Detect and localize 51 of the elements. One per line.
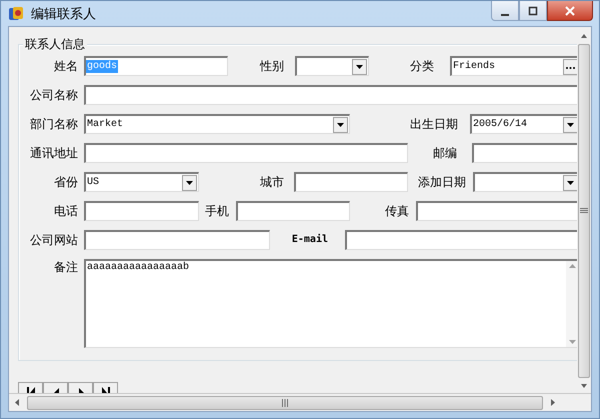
field-label: 性别 xyxy=(258,58,284,75)
field-label: 备注 xyxy=(53,259,78,275)
text-field[interactable] xyxy=(84,230,270,250)
dropdown-field[interactable]: US xyxy=(84,172,199,192)
field-label: 部门名称 xyxy=(29,116,78,133)
skip-forward-icon xyxy=(100,385,112,393)
dropdown-arrow-icon[interactable] xyxy=(563,175,577,191)
close-icon xyxy=(564,6,576,16)
field-label: 通讯地址 xyxy=(29,145,78,162)
text-field[interactable] xyxy=(84,85,577,105)
text-field[interactable] xyxy=(345,230,577,250)
dropdown-field[interactable] xyxy=(295,56,369,76)
scrollbar[interactable] xyxy=(566,261,577,347)
dropdown-arrow-icon[interactable] xyxy=(563,117,577,133)
field-label: 省份 xyxy=(53,174,78,191)
field-label: 公司名称 xyxy=(29,87,78,104)
app-icon xyxy=(7,4,25,22)
field-label: 公司网站 xyxy=(29,232,78,249)
field-label: 分类 xyxy=(409,58,434,75)
text-field[interactable] xyxy=(84,201,199,221)
maximize-button[interactable] xyxy=(519,1,547,21)
horizontal-scrollbar[interactable] xyxy=(9,393,591,411)
text-field[interactable] xyxy=(472,143,577,163)
text-field[interactable] xyxy=(294,172,408,192)
field-label: 姓名 xyxy=(53,58,78,75)
window-title: 编辑联系人 xyxy=(31,6,96,22)
field-label: 添加日期 xyxy=(417,174,466,191)
group-title: 联系人信息 xyxy=(23,36,87,52)
dropdown-field[interactable]: Market xyxy=(84,114,350,134)
grip-icon[interactable] xyxy=(281,398,289,406)
close-button[interactable] xyxy=(547,1,593,21)
minimize-icon xyxy=(501,14,509,16)
dropdown-field[interactable]: 2005/6/14 xyxy=(470,114,577,134)
text-field[interactable] xyxy=(416,201,577,221)
field-label: E-mail xyxy=(290,232,328,247)
notes-field[interactable]: aaaaaaaaaaaaaaaab xyxy=(84,259,577,348)
field-label: 传真 xyxy=(384,203,409,220)
maximize-icon xyxy=(528,6,538,16)
text-field[interactable] xyxy=(84,143,408,163)
skip-back-icon xyxy=(24,385,36,393)
picker-field[interactable]: Friends xyxy=(450,56,577,76)
dropdown-field[interactable] xyxy=(473,172,577,192)
grip-icon[interactable] xyxy=(580,208,588,214)
text-field[interactable] xyxy=(236,201,350,221)
ellipsis-icon[interactable] xyxy=(563,59,577,75)
field-label: 城市 xyxy=(259,174,284,191)
field-label: 出生日期 xyxy=(409,116,458,133)
minimize-button[interactable] xyxy=(491,1,519,21)
field-label: 电话 xyxy=(53,203,78,220)
field-label: 手机 xyxy=(204,203,229,220)
field-label: 邮编 xyxy=(432,145,457,162)
